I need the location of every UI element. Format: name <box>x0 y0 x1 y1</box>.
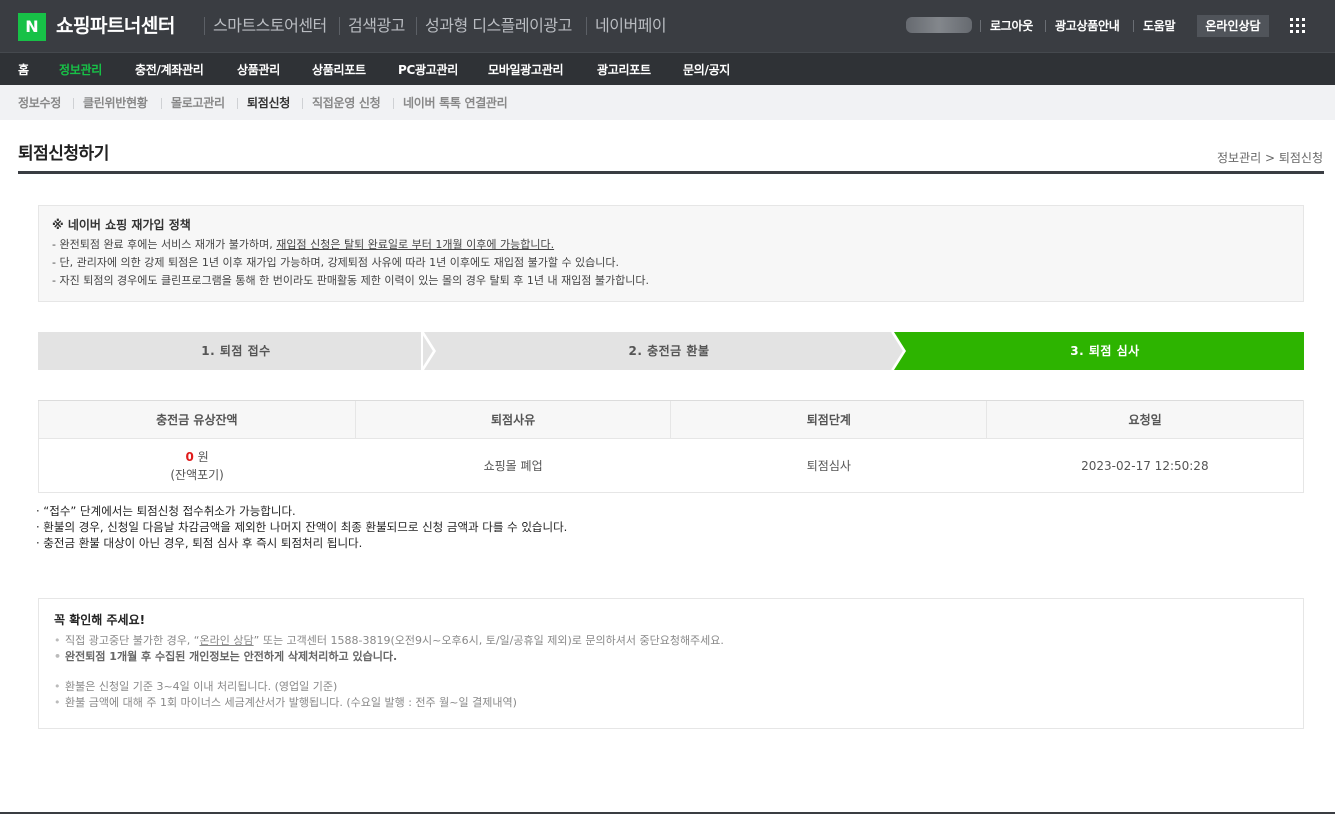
balance-amount: 0 <box>185 449 194 464</box>
divider <box>161 98 162 109</box>
service-link-naverpay[interactable]: 네이버페이 <box>595 15 667 37</box>
divider <box>393 98 394 109</box>
service-link-display-ad[interactable]: 성과형 디스플레이광고 <box>425 15 572 37</box>
page-title: 퇴점신청하기 <box>18 144 109 164</box>
divider <box>416 17 417 35</box>
col-header-reason: 퇴점사유 <box>354 400 671 439</box>
check-item-4: 환불 금액에 대해 주 1회 마이너스 세금계산서가 발행됩니다. (수요일 발… <box>54 695 1288 711</box>
stage-cell: 퇴점심사 <box>670 438 987 493</box>
ad-product-info-link[interactable]: 광고상품안내 <box>1055 18 1120 34</box>
step-1-label: 1. 퇴점 접수 <box>201 344 271 358</box>
divider <box>586 17 587 35</box>
table-row: 0 원 (잔액포기) 쇼핑몰 폐업 퇴점심사 2023-02-17 12:50:… <box>38 438 1304 493</box>
online-consult-link[interactable]: 온라인 상담 <box>200 634 254 647</box>
logout-link[interactable]: 로그아웃 <box>990 18 1033 34</box>
online-consult-button[interactable]: 온라인상담 <box>1197 15 1269 37</box>
brand-title[interactable]: 쇼핑파트너센터 <box>56 13 175 39</box>
balance-amount-line: 0 원 <box>39 448 355 466</box>
rejoin-policy-notice: ※ 네이버 쇼핑 재가입 정책 - 완전퇴점 완료 후에는 서비스 재개가 불가… <box>38 205 1304 302</box>
check-item-1-suffix: ” 또는 고객센터 1588-3819(오전9시~오후6시, 토/일/공휴일 제… <box>253 634 724 647</box>
note-line-1: · “접수” 단계에서는 퇴점신청 접수취소가 가능합니다. <box>36 504 296 518</box>
help-link[interactable]: 도움말 <box>1143 18 1176 34</box>
progress-steps: 1. 퇴점 접수 2. 충전금 환불 3. 퇴점 심사 <box>38 332 1304 370</box>
divider <box>980 20 981 32</box>
nav-home[interactable]: 홈 <box>18 62 29 78</box>
subnav-mall-logo[interactable]: 몰로고관리 <box>171 95 225 111</box>
nav-product-report[interactable]: 상품리포트 <box>312 62 366 78</box>
subnav-direct-operation[interactable]: 직접운영 신청 <box>312 95 381 111</box>
divider <box>237 98 238 109</box>
nav-charge-account[interactable]: 충전/계좌관리 <box>135 62 204 78</box>
col-header-date: 요청일 <box>986 400 1304 439</box>
subnav-talktalk[interactable]: 네이버 톡톡 연결관리 <box>403 95 508 111</box>
table-header-row: 충전금 유상잔액 퇴점사유 퇴점단계 요청일 <box>38 400 1304 439</box>
service-link-search-ad[interactable]: 검색광고 <box>348 15 405 37</box>
divider <box>339 17 340 35</box>
notice-line-1: - 완전퇴점 완료 후에는 서비스 재개가 불가하며, 재입점 신청은 탈퇴 완… <box>52 236 1290 254</box>
service-link-smartstore[interactable]: 스마트스토어센터 <box>213 15 327 37</box>
check-item-1: 직접 광고중단 불가한 경우, “온라인 상담” 또는 고객센터 1588-38… <box>54 633 1288 649</box>
sub-nav: 정보수정 클린위반현황 몰로고관리 퇴점신청 직접운영 신청 네이버 톡톡 연결… <box>0 85 1335 120</box>
divider <box>302 98 303 109</box>
check-heading: 꼭 확인해 주세요! <box>54 613 146 627</box>
check-item-3: 환불은 신청일 기준 3~4일 이내 처리됩니다. (영업일 기준) <box>54 679 1288 695</box>
nav-product-manage[interactable]: 상품관리 <box>237 62 280 78</box>
divider <box>204 17 205 35</box>
top-header: N 쇼핑파트너센터 스마트스토어센터 검색광고 성과형 디스플레이광고 네이버페… <box>0 0 1335 52</box>
breadcrumb: 정보관리 > 퇴점신청 <box>1216 151 1323 165</box>
reason-cell: 쇼핑몰 폐업 <box>355 438 671 493</box>
note-line-2: · 환불의 경우, 신청일 다음날 차감금액을 제외한 나머지 잔액이 최종 환… <box>36 520 568 534</box>
date-cell: 2023-02-17 12:50:28 <box>986 438 1304 493</box>
nav-inquiry-notice[interactable]: 문의/공지 <box>683 62 730 78</box>
nav-ad-report[interactable]: 광고리포트 <box>597 62 651 78</box>
withdrawal-status-table: 충전금 유상잔액 퇴점사유 퇴점단계 요청일 0 원 (잔액포기) 쇼핑몰 폐업… <box>38 400 1304 493</box>
balance-unit: 원 <box>193 449 209 464</box>
subnav-withdrawal[interactable]: 퇴점신청 <box>247 95 290 111</box>
notice-heading: ※ 네이버 쇼핑 재가입 정책 <box>52 218 191 232</box>
balance-note: (잔액포기) <box>170 467 224 482</box>
step-2-label: 2. 충전금 환불 <box>628 344 710 358</box>
app-grid-icon[interactable] <box>1290 18 1306 34</box>
col-header-balance: 충전금 유상잔액 <box>38 400 356 439</box>
step-3-label: 3. 퇴점 심사 <box>1070 344 1140 358</box>
nav-info-manage[interactable]: 정보관리 <box>59 62 102 78</box>
naver-logo-icon[interactable]: N <box>18 13 46 41</box>
main-nav: 홈 정보관리 충전/계좌관리 상품관리 상품리포트 PC광고관리 모바일광고관리… <box>0 52 1335 85</box>
divider <box>1133 20 1134 32</box>
subnav-clean-violation[interactable]: 클린위반현황 <box>83 95 148 111</box>
balance-cell: 0 원 (잔액포기) <box>38 438 356 493</box>
check-item-1-prefix: 직접 광고중단 불가한 경우, “ <box>65 634 200 647</box>
check-item-2: 완전퇴점 1개월 후 수집된 개인정보는 안전하게 삭제처리하고 있습니다. <box>54 649 1288 665</box>
footer-divider <box>0 812 1335 814</box>
withdrawal-notes: · “접수” 단계에서는 퇴점신청 접수취소가 가능합니다. · 환불의 경우,… <box>36 503 567 551</box>
divider <box>73 98 74 109</box>
user-id-masked <box>906 17 972 33</box>
title-divider <box>18 171 1324 174</box>
divider <box>1045 20 1046 32</box>
note-line-3: · 충전금 환불 대상이 아닌 경우, 퇴점 심사 후 즉시 퇴점처리 됩니다. <box>36 536 363 550</box>
notice-line-2: - 단, 관리자에 의한 강제 퇴점은 1년 이후 재가입 가능하며, 강제퇴점… <box>52 256 620 269</box>
notice-line-1-text: - 완전퇴점 완료 후에는 서비스 재개가 불가하며, <box>52 238 277 251</box>
subnav-info-edit[interactable]: 정보수정 <box>18 95 61 111</box>
nav-pc-ad[interactable]: PC광고관리 <box>398 62 458 78</box>
nav-mobile-ad[interactable]: 모바일광고관리 <box>488 62 563 78</box>
important-check-box: 꼭 확인해 주세요! 직접 광고중단 불가한 경우, “온라인 상담” 또는 고… <box>38 598 1304 729</box>
notice-line-1-underlined: 재입점 신청은 탈퇴 완료일로 부터 1개월 이후에 가능합니다. <box>276 238 555 251</box>
notice-line-3: - 자진 퇴점의 경우에도 클린프로그램을 통해 한 번이라도 판매활동 제한 … <box>52 274 650 287</box>
col-header-stage: 퇴점단계 <box>670 400 987 439</box>
